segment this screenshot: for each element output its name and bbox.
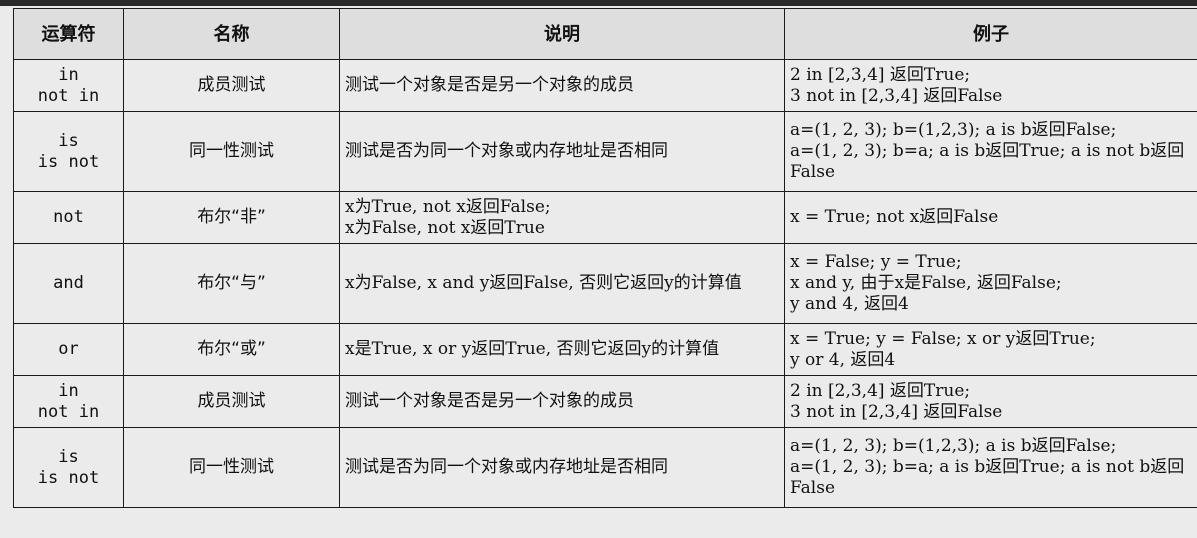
description-cell-line: x为False, not x返回True: [345, 217, 545, 238]
example-cell-line: x and y, 由于x是False, 返回False;: [790, 273, 1062, 293]
operator-cell-line: or: [58, 339, 79, 359]
table-row: and 布尔“与” x为False, x and y返回False, 否则它返回y的…: [13, 243, 1197, 324]
table-row: is is not 同一性测试 测试是否为同一个对象或内存地址是否相同 a=(1, 2,…: [13, 111, 1197, 192]
example-cell-line: a=(1, 2, 3); b=(1,2,3); a is b返回False;: [790, 120, 1117, 140]
example-cell: x = True; y = False; x or y返回True; y or 4…: [784, 323, 1197, 376]
description-cell-line: x是True, x or y返回True, 否则它返回y的计算值: [345, 339, 720, 359]
header-name: 名称: [123, 8, 340, 60]
example-cell: a=(1, 2, 3); b=(1,2,3); a is b返回False; a=…: [784, 427, 1197, 508]
name-cell: 布尔“或”: [123, 323, 340, 376]
header-operator: 运算符: [13, 8, 124, 60]
example-cell: x = False; y = True; x and y, 由于x是False, …: [784, 243, 1197, 324]
description-cell-line: 测试是否为同一个对象或内存地址是否相同: [345, 457, 668, 477]
operators-table: 运算符 名称 说明 例子 in not in 成员测试 测试一个对象是否是另一个对象的…: [13, 8, 1197, 508]
header-example: 例子: [784, 8, 1197, 60]
top-border: [0, 0, 1197, 6]
operator-cell-line: not in: [37, 401, 100, 422]
description-cell-line: 测试是否为同一个对象或内存地址是否相同: [345, 141, 668, 161]
operator-cell-line: is not: [37, 467, 100, 488]
operator-cell-line: is not: [37, 151, 100, 172]
description-cell-line: x为False, x and y返回False, 否则它返回y的计算值: [345, 273, 742, 293]
example-cell: a=(1, 2, 3); b=(1,2,3); a is b返回False; a=…: [784, 111, 1197, 192]
description-cell: 测试一个对象是否是另一个对象的成员: [339, 59, 785, 112]
operator-cell: in not in: [13, 59, 124, 112]
operator-cell-line: is: [58, 130, 79, 151]
example-cell-line: 3 not in [2,3,4] 返回False: [790, 401, 1003, 422]
operator-cell-line: not: [53, 207, 84, 227]
description-cell-line: x为True, not x返回False;: [345, 196, 551, 217]
example-cell-line: a=(1, 2, 3); b=(1,2,3); a is b返回False;: [790, 436, 1117, 456]
table-row: in not in 成员测试 测试一个对象是否是另一个对象的成员 2 in [2,3,4…: [13, 59, 1197, 112]
operator-cell: or: [13, 323, 124, 376]
description-cell-line: 测试一个对象是否是另一个对象的成员: [345, 75, 634, 95]
operator-cell-line: in: [58, 380, 79, 401]
operator-cell: is is not: [13, 427, 124, 508]
operator-cell: and: [13, 243, 124, 324]
operator-cell: not: [13, 191, 124, 244]
example-cell-line: x = True; not x返回False: [790, 207, 999, 227]
example-cell-line: 3 not in [2,3,4] 返回False: [790, 85, 1003, 106]
header-row: 运算符 名称 说明 例子: [13, 8, 1197, 60]
example-cell: 2 in [2,3,4] 返回True; 3 not in [2,3,4] 返回F…: [784, 375, 1197, 428]
description-cell: x为False, x and y返回False, 否则它返回y的计算值: [339, 243, 785, 324]
example-cell-line: a=(1, 2, 3); b=a; a is b返回True; a is not…: [790, 457, 1185, 498]
example-cell-line: x = False; y = True;: [790, 252, 962, 272]
table-row: or 布尔“或” x是True, x or y返回True, 否则它返回y的计算值 x…: [13, 323, 1197, 376]
table-row: is is not 同一性测试 测试是否为同一个对象或内存地址是否相同 a=(1, 2,…: [13, 427, 1197, 508]
operator-cell: is is not: [13, 111, 124, 192]
operator-cell-line: is: [58, 446, 79, 467]
header-description: 说明: [339, 8, 785, 60]
operator-cell: in not in: [13, 375, 124, 428]
description-cell-line: 测试一个对象是否是另一个对象的成员: [345, 391, 634, 411]
description-cell: 测试是否为同一个对象或内存地址是否相同: [339, 427, 785, 508]
table-row: not 布尔“非” x为True, not x返回False; x为False, no…: [13, 191, 1197, 244]
example-cell-line: 2 in [2,3,4] 返回True;: [790, 380, 971, 401]
description-cell: 测试是否为同一个对象或内存地址是否相同: [339, 111, 785, 192]
name-cell: 成员测试: [123, 59, 340, 112]
example-cell-line: y and 4, 返回4: [790, 294, 909, 314]
description-cell: x是True, x or y返回True, 否则它返回y的计算值: [339, 323, 785, 376]
operator-cell-line: not in: [37, 85, 100, 106]
description-cell: x为True, not x返回False; x为False, not x返回Tru…: [339, 191, 785, 244]
example-cell-line: y or 4, 返回4: [790, 349, 896, 370]
name-cell: 同一性测试: [123, 427, 340, 508]
description-cell: 测试一个对象是否是另一个对象的成员: [339, 375, 785, 428]
example-cell: x = True; not x返回False: [784, 191, 1197, 244]
example-cell-line: 2 in [2,3,4] 返回True;: [790, 64, 971, 85]
name-cell: 同一性测试: [123, 111, 340, 192]
example-cell-line: a=(1, 2, 3); b=a; a is b返回True; a is not…: [790, 141, 1185, 182]
table-row: in not in 成员测试 测试一个对象是否是另一个对象的成员 2 in [2,3,4…: [13, 375, 1197, 428]
example-cell: 2 in [2,3,4] 返回True; 3 not in [2,3,4] 返回F…: [784, 59, 1197, 112]
operator-cell-line: in: [58, 64, 79, 85]
operator-cell-line: and: [53, 273, 84, 293]
example-cell-line: x = True; y = False; x or y返回True;: [790, 328, 1096, 349]
name-cell: 布尔“与”: [123, 243, 340, 324]
name-cell: 布尔“非”: [123, 191, 340, 244]
name-cell: 成员测试: [123, 375, 340, 428]
